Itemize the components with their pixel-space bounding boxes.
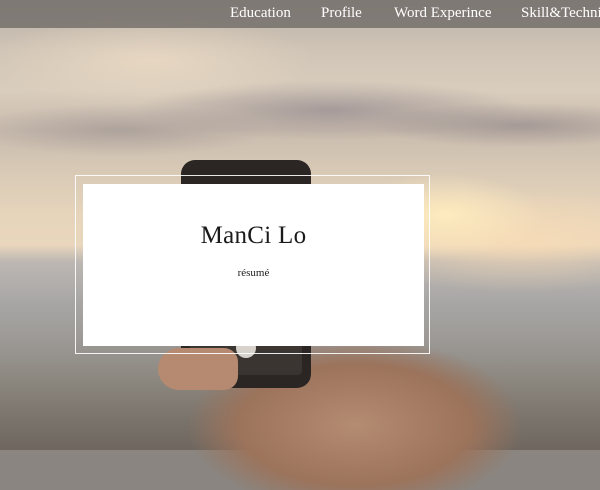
nav-link-work-experience[interactable]: Word Experince [394,5,492,22]
nav-link-education[interactable]: Education [230,5,291,22]
page-title: ManCi Lo [200,222,307,249]
nav-link-profile[interactable]: Profile [321,5,362,22]
thumb-image [158,348,238,390]
page-subtitle: résumé [237,267,270,279]
top-navigation-bar: Education Profile Word Experince Skill&T… [0,0,600,28]
title-card: ManCi Lo résumé [83,184,424,346]
nav-link-skills[interactable]: Skill&Techni [521,5,600,22]
